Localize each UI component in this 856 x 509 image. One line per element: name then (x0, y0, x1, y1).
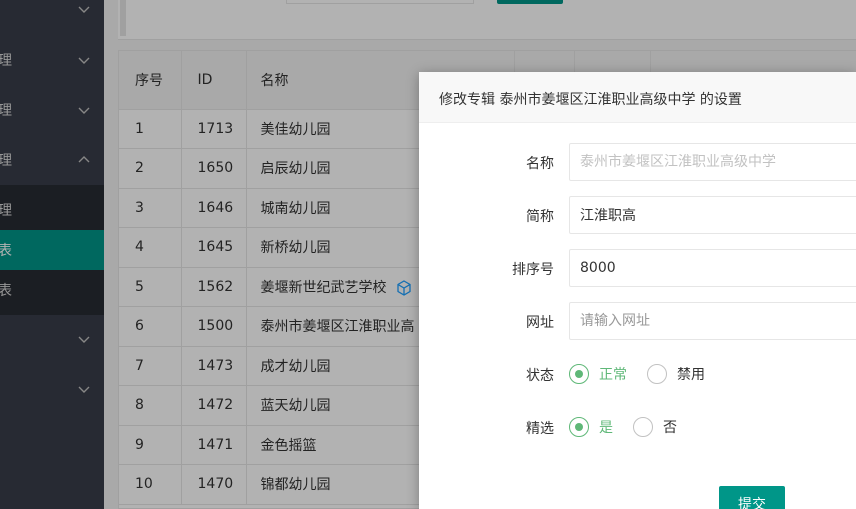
featured-radio-yes[interactable]: 是 (569, 417, 613, 437)
radio-label: 正常 (599, 367, 627, 383)
radio-unchecked-icon (647, 364, 667, 384)
radio-label: 禁用 (677, 367, 705, 383)
name-label: 名称 (526, 156, 554, 172)
dialog-title: 修改专辑 泰州市姜堰区江淮职业高级中学 的设置 (439, 92, 742, 108)
order-field[interactable] (569, 249, 856, 287)
radio-label: 否 (663, 420, 677, 436)
name-field (569, 143, 856, 181)
edit-album-dialog: 修改专辑 泰州市姜堰区江淮职业高级中学 的设置 名称 简称 排序号 网址 状态 … (419, 72, 856, 509)
url-label: 网址 (526, 315, 554, 331)
featured-radio-no[interactable]: 否 (633, 417, 677, 437)
radio-checked-icon (569, 364, 589, 384)
status-radio-normal[interactable]: 正常 (569, 364, 627, 384)
dialog-header: 修改专辑 泰州市姜堰区江淮职业高级中学 的设置 (419, 72, 856, 123)
status-radio-disabled[interactable]: 禁用 (647, 364, 705, 384)
submit-button[interactable]: 提交 (719, 486, 785, 509)
status-label: 状态 (526, 368, 554, 384)
url-field[interactable] (569, 302, 856, 340)
radio-checked-icon (569, 417, 589, 437)
radio-unchecked-icon (633, 417, 653, 437)
short-name-field[interactable] (569, 196, 856, 234)
featured-label: 精选 (526, 421, 554, 437)
short-name-label: 简称 (526, 209, 554, 225)
radio-label: 是 (599, 420, 613, 436)
order-label: 排序号 (512, 262, 554, 278)
